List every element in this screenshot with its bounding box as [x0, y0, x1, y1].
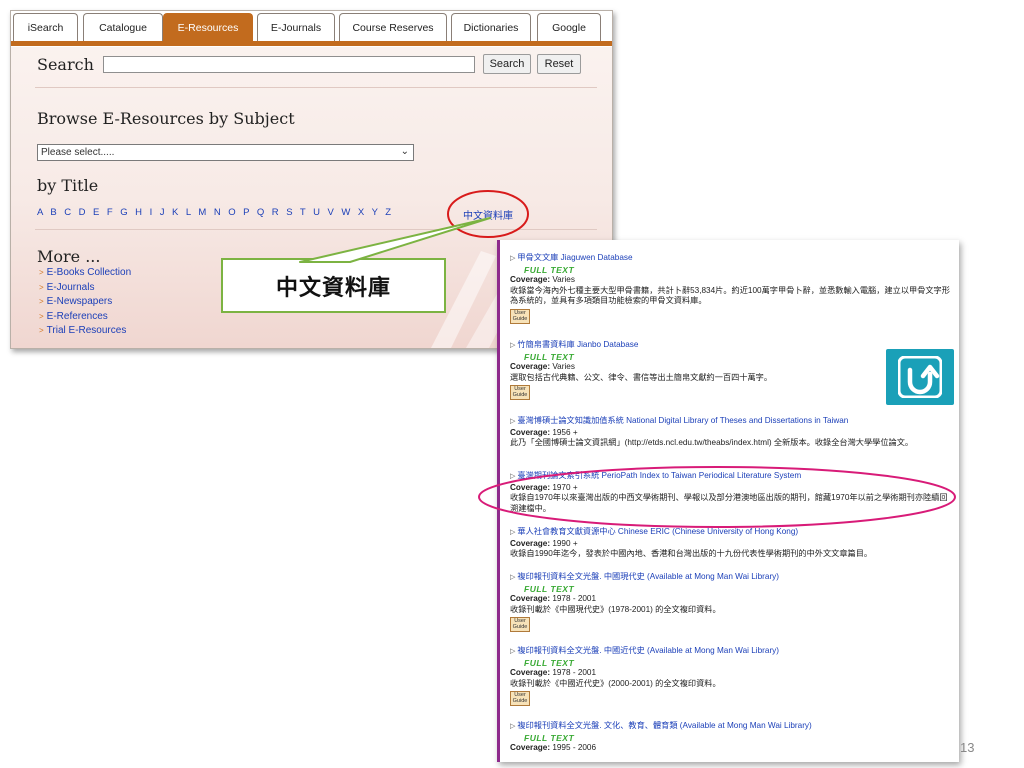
tab-dictionaries[interactable]: Dictionaries	[451, 13, 531, 41]
coverage-line: Coverage: 1995 - 2006	[510, 743, 597, 752]
full-text-badge[interactable]: FULL TEXT	[524, 733, 950, 744]
triangle-bullet-icon: ▷	[510, 473, 516, 480]
tab-e-resources[interactable]: E-Resources	[163, 13, 253, 41]
result-item: ▷ 複印報刊資料全文光盤. 中國近代史 (Available at Mong Ma…	[510, 646, 950, 706]
upload-arrow-icon	[898, 356, 942, 398]
result-description: 收錄刊載於《中國現代史》(1978-2001) 的全文複印資料。	[510, 604, 721, 614]
result-description: 收錄當今海內外七種主要大型甲骨書籍，共計卜辭53,834片。約近100萬字甲骨卜…	[510, 285, 950, 306]
tab-google[interactable]: Google	[537, 13, 601, 41]
caret-icon: >	[39, 268, 44, 277]
result-item: ▷ 臺灣期刊論文索引系統 PerioPath Index to Taiwan Pe…	[510, 471, 950, 514]
more-links: > E-Books Collection > E-Journals > E-Newsp…	[39, 266, 131, 339]
result-title-link[interactable]: ▷ 竹簡帛書資料庫 Jianbo Database	[510, 340, 950, 352]
user-guide-icon[interactable]: User Guide	[510, 385, 530, 400]
tab-course-reserves[interactable]: Course Reserves	[339, 13, 447, 41]
callout-label: 中文資料庫	[221, 258, 446, 313]
e-resource-results-panel: ▷ 甲骨文文庫 Jiaguwen Database FULL TEXT Cover…	[497, 240, 959, 762]
slide-page-number: 13	[960, 740, 975, 755]
chevron-down-icon: ⌄	[400, 146, 409, 157]
result-title-link[interactable]: ▷ 複印報刊資料全文光盤. 中國近代史 (Available at Mong Ma…	[510, 646, 950, 658]
result-title-link[interactable]: ▷ 臺灣期刊論文索引系統 PerioPath Index to Taiwan Pe…	[510, 471, 950, 483]
more-link-trial-e-resources[interactable]: > Trial E-Resources	[39, 324, 131, 339]
result-item: ▷ 臺灣博碩士論文知識加值系統 National Digital Library …	[510, 416, 950, 449]
tab-e-journals[interactable]: E-Journals	[257, 13, 335, 41]
user-guide-icon[interactable]: User Guide	[510, 308, 530, 324]
tab-isearch[interactable]: iSearch	[13, 13, 78, 41]
result-item: ▷ 竹簡帛書資料庫 Jianbo Database FULL TEXT Cover…	[510, 340, 950, 400]
coverage-line: Coverage: Varies	[510, 275, 575, 284]
result-item: ▷ 複印報刊資料全文光盤. 文化、教育、體育類 (Available at Mon…	[510, 721, 950, 754]
triangle-bullet-icon: ▷	[510, 418, 516, 425]
result-description: 收錄刊載於《中國近代史》(2000-2001) 的全文複印資料。	[510, 678, 721, 688]
result-title-link[interactable]: ▷ 臺灣博碩士論文知識加值系統 National Digital Library …	[510, 416, 950, 428]
divider	[35, 229, 597, 230]
result-description: 選取包括古代典籍、公文、律令、書信等出土簡帛文獻約一百四十萬字。	[510, 372, 773, 382]
result-title-link[interactable]: ▷ 甲骨文文庫 Jiaguwen Database	[510, 253, 950, 265]
coverage-line: Coverage: Varies	[510, 362, 575, 371]
result-item: ▷ 華人社會教育文獻資源中心 Chinese ERIC (Chinese Univ…	[510, 527, 950, 560]
result-title-link[interactable]: ▷ 華人社會教育文獻資源中心 Chinese ERIC (Chinese Univ…	[510, 527, 950, 539]
triangle-bullet-icon: ▷	[510, 342, 516, 349]
result-description: 收錄自1990年迄今，發表於中國內地、香港和台灣出版的十九份代表性學術期刊的中外…	[510, 549, 873, 558]
coverage-line: Coverage: 1978 - 2001	[510, 668, 597, 677]
more-heading: More ...	[37, 247, 101, 266]
result-description: 收錄自1970年以來臺灣出版的中西文學術期刊、學報以及部分港澳地區出版的期刊，館…	[510, 493, 948, 513]
coverage-line: Coverage: 1956 +	[510, 427, 578, 437]
divider	[35, 87, 597, 88]
tab-catalogue[interactable]: Catalogue	[83, 13, 163, 41]
search-button[interactable]: Search	[483, 54, 531, 74]
coverage-line: Coverage: 1970 +	[510, 482, 578, 492]
caret-icon: >	[39, 282, 44, 292]
result-description: 此乃「全國博碩士論文資訊網」(http://etds.ncl.edu.tw/th…	[510, 438, 914, 447]
user-guide-icon[interactable]: User Guide	[510, 691, 530, 706]
user-guide-icon[interactable]: User Guide	[510, 617, 530, 632]
full-text-badge[interactable]: FULL TEXT	[524, 265, 950, 276]
tab-underline	[11, 41, 612, 46]
title-letter-links[interactable]: A B C D E F G H I J K L M N O P Q R S T …	[37, 207, 391, 218]
upload-arrow-button[interactable]	[886, 349, 954, 405]
result-item: ▷ 甲骨文文庫 Jiaguwen Database FULL TEXT Cover…	[510, 253, 950, 324]
more-link-e-journals[interactable]: > E-Journals	[39, 281, 131, 296]
triangle-bullet-icon: ▷	[510, 574, 516, 581]
browse-heading: Browse E-Resources by Subject	[37, 109, 295, 128]
caret-icon: >	[39, 311, 44, 321]
triangle-bullet-icon: ▷	[510, 255, 516, 262]
reset-button[interactable]: Reset	[537, 54, 581, 74]
search-label: Search	[37, 55, 94, 74]
subject-select[interactable]: Please select..... ⌄	[37, 144, 414, 161]
subject-select-value: Please select.....	[41, 147, 115, 158]
chinese-database-link[interactable]: 中文資料庫	[463, 207, 513, 222]
full-text-badge[interactable]: FULL TEXT	[524, 658, 950, 669]
full-text-badge[interactable]: FULL TEXT	[524, 584, 950, 595]
results-accent-stripe	[497, 240, 500, 762]
result-item: ▷ 複印報刊資料全文光盤. 中國現代史 (Available at Mong Ma…	[510, 572, 950, 632]
triangle-bullet-icon: ▷	[510, 529, 516, 536]
more-link-e-books[interactable]: > E-Books Collection	[39, 266, 131, 281]
coverage-line: Coverage: 1990 +	[510, 538, 578, 548]
more-link-e-newspapers[interactable]: > E-Newspapers	[39, 295, 131, 310]
result-title-link[interactable]: ▷ 複印報刊資料全文光盤. 文化、教育、體育類 (Available at Mon…	[510, 721, 950, 733]
caret-icon: >	[39, 297, 44, 307]
result-title-link[interactable]: ▷ 複印報刊資料全文光盤. 中國現代史 (Available at Mong Ma…	[510, 572, 950, 584]
more-link-e-references[interactable]: > E-References	[39, 310, 131, 325]
caret-icon: >	[39, 326, 44, 336]
search-input[interactable]	[103, 56, 475, 73]
coverage-line: Coverage: 1978 - 2001	[510, 594, 597, 603]
triangle-bullet-icon: ▷	[510, 648, 516, 655]
by-title-heading: by Title	[37, 176, 99, 195]
triangle-bullet-icon: ▷	[510, 723, 516, 730]
